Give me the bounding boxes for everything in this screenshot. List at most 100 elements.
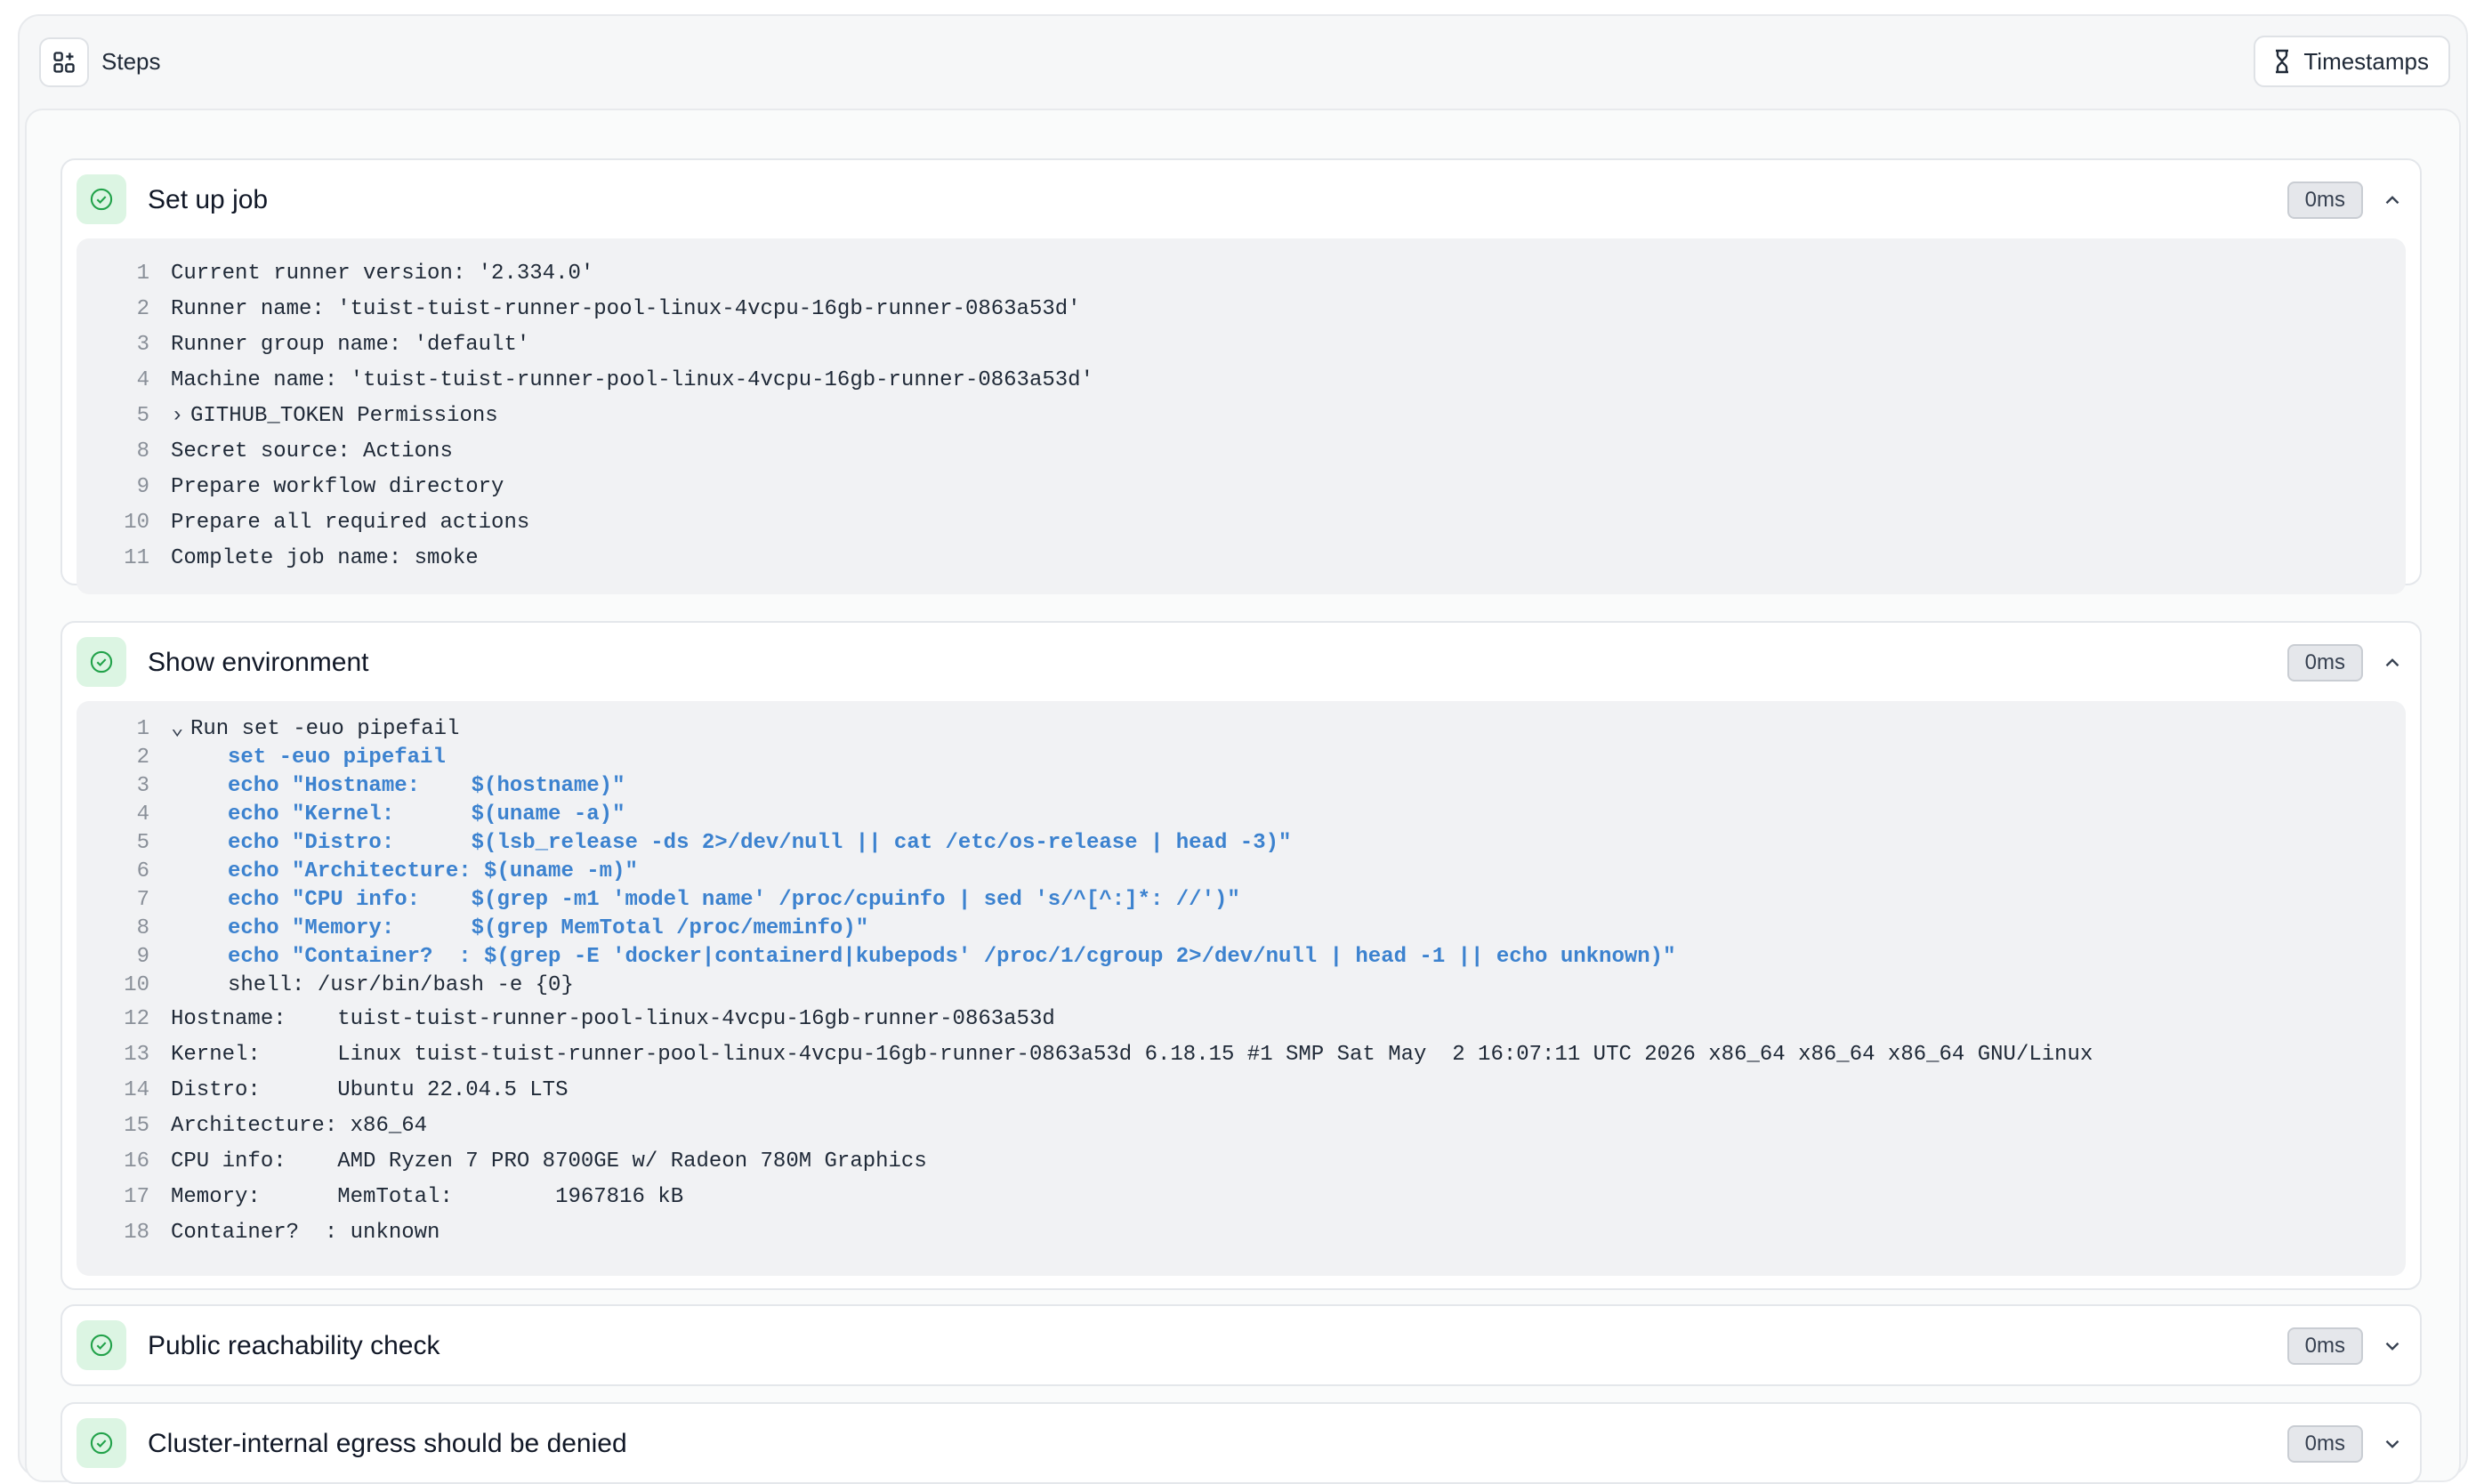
log-command: echo "Memory: $(grep MemTotal /proc/memi… (228, 916, 869, 940)
log-text: Kernel: Linux tuist-tuist-runner-pool-li… (171, 1043, 2093, 1067)
check-circle-icon (90, 1334, 113, 1357)
chevron-down-icon[interactable] (2381, 1432, 2404, 1456)
step-duration-badge: 0ms (2286, 181, 2363, 219)
log-command: echo "Kernel: $(uname -a)" (228, 802, 625, 827)
log-line: 9 echo "Container? : $(grep -E 'docker|co… (77, 943, 1676, 972)
log-line: 11 Complete job name: smoke (77, 543, 478, 575)
log-text: CPU info: AMD Ryzen 7 PRO 8700GE w/ Rade… (171, 1149, 927, 1173)
layout-grid-icon (53, 52, 75, 73)
step-duration-badge: 0ms (2286, 1327, 2363, 1365)
steps-toggle-button[interactable] (39, 37, 89, 87)
log-text: Run set -euo pipefail (190, 717, 460, 741)
log-line: 1 Current runner version: '2.334.0' (77, 258, 594, 290)
step-status-success (77, 1418, 126, 1468)
log-text: Current runner version: '2.334.0' (171, 262, 594, 286)
log-line: 13 Kernel: Linux tuist-tuist-runner-pool-… (77, 1039, 2093, 1071)
log-group-run[interactable]: 1 ⌄ Run set -euo pipefail (77, 715, 460, 744)
line-number: 2 (136, 746, 149, 770)
line-number: 15 (124, 1114, 149, 1138)
line-number: 16 (124, 1149, 149, 1173)
check-circle-icon (90, 188, 113, 211)
log-line: 8 echo "Memory: $(grep MemTotal /proc/mem… (77, 915, 869, 943)
log-text: shell: /usr/bin/bash -e {0} (228, 973, 574, 997)
step-public-reachability-check[interactable]: Public reachability check 0ms (60, 1304, 2422, 1386)
log-line: 10 Prepare all required actions (77, 507, 529, 539)
line-number: 18 (124, 1221, 149, 1245)
chevron-right-icon[interactable]: › (171, 400, 190, 432)
line-number: 13 (124, 1043, 149, 1067)
log-text: Memory: MemTotal: 1967816 kB (171, 1185, 684, 1209)
log-line: 14 Distro: Ubuntu 22.04.5 LTS (77, 1075, 568, 1107)
line-number: 10 (124, 511, 149, 535)
line-number: 11 (124, 546, 149, 570)
line-number: 5 (136, 404, 149, 428)
timestamps-button[interactable]: Timestamps (2254, 36, 2450, 87)
log-command: echo "CPU info: $(grep -m1 'model name' … (228, 888, 1240, 912)
log-line: 2 set -euo pipefail (77, 744, 446, 772)
step-header[interactable]: Cluster-internal egress should be denied… (62, 1404, 2420, 1482)
line-number: 7 (136, 888, 149, 912)
line-number: 9 (136, 945, 149, 969)
log-line: 9 Prepare workflow directory (77, 472, 504, 504)
log-text: Prepare workflow directory (171, 475, 504, 499)
line-number: 14 (124, 1078, 149, 1102)
log-line: 15 Architecture: x86_64 (77, 1110, 427, 1142)
step-set-up-job: Set up job 0ms 1 Current runner version: … (60, 158, 2422, 594)
line-number: 6 (136, 859, 149, 883)
step-header[interactable]: Public reachability check 0ms (62, 1306, 2420, 1384)
step-header[interactable]: Show environment 0ms (62, 623, 2420, 701)
log-group-github-token[interactable]: 5 › GITHUB_TOKEN Permissions (77, 400, 498, 432)
step-title: Set up job (148, 185, 269, 214)
log-line: 2 Runner name: 'tuist-tuist-runner-pool-l… (77, 294, 1081, 326)
line-number: 8 (136, 916, 149, 940)
step-status-success (77, 174, 126, 224)
log-line: 16 CPU info: AMD Ryzen 7 PRO 8700GE w/ Ra… (77, 1146, 927, 1178)
line-number: 1 (136, 262, 149, 286)
step-title: Cluster-internal egress should be denied (148, 1429, 627, 1458)
line-number: 5 (136, 831, 149, 855)
line-number: 8 (136, 440, 149, 464)
chevron-up-icon[interactable] (2381, 651, 2404, 674)
hourglass-icon (2276, 49, 2289, 74)
step-status-success (77, 1320, 126, 1370)
log-command: set -euo pipefail (228, 746, 446, 770)
timestamps-label: Timestamps (2303, 47, 2429, 75)
log-line: 5 echo "Distro: $(lsb_release -ds 2>/dev/… (77, 829, 1292, 858)
log-text: Machine name: 'tuist-tuist-runner-pool-l… (171, 368, 1093, 392)
steps-label: Steps (101, 48, 161, 75)
check-circle-icon (90, 650, 113, 673)
log-text: Container? : unknown (171, 1221, 440, 1245)
step-duration-badge: 0ms (2286, 644, 2363, 682)
line-number: 17 (124, 1185, 149, 1209)
log-line: 10 shell: /usr/bin/bash -e {0} (77, 972, 574, 1000)
log-text: Prepare all required actions (171, 511, 530, 535)
chevron-down-icon[interactable]: ⌄ (171, 715, 190, 744)
log-text: Hostname: tuist-tuist-runner-pool-linux-… (171, 1007, 1055, 1031)
line-number: 3 (136, 333, 149, 357)
log-line: 8 Secret source: Actions (77, 436, 453, 468)
chevron-down-icon[interactable] (2381, 1335, 2404, 1358)
step-show-environment: Show environment 0ms 1 ⌄ Run set -euo pipe… (60, 621, 2422, 1290)
job-logs-panel: Steps Timestamps Set up job 0ms 1 Current… (18, 14, 2468, 1484)
log-line: 7 echo "CPU info: $(grep -m1 'model name'… (77, 886, 1240, 915)
log-command: echo "Architecture: $(uname -m)" (228, 859, 638, 883)
log-line: 18 Container? : unknown (77, 1217, 440, 1249)
log-text: Secret source: Actions (171, 440, 453, 464)
log-line: 6 echo "Architecture: $(uname -m)" (77, 858, 638, 886)
step-log: 1 ⌄ Run set -euo pipefail 2 set -euo pipefa… (77, 701, 2406, 1276)
chevron-up-icon[interactable] (2381, 189, 2404, 212)
log-command: echo "Hostname: $(hostname)" (228, 774, 625, 798)
log-line: 3 Runner group name: 'default' (77, 329, 530, 361)
log-line: 3 echo "Hostname: $(hostname)" (77, 772, 625, 801)
step-log: 1 Current runner version: '2.334.0' 2 Runn… (77, 238, 2406, 594)
step-title: Show environment (148, 648, 369, 677)
step-header[interactable]: Set up job 0ms (62, 160, 2420, 238)
log-line: 17 Memory: MemTotal: 1967816 kB (77, 1182, 683, 1214)
step-cluster-internal-egress[interactable]: Cluster-internal egress should be denied… (60, 1402, 2422, 1484)
step-status-success (77, 637, 126, 687)
line-number: 2 (136, 297, 149, 321)
log-text: Distro: Ubuntu 22.04.5 LTS (171, 1078, 569, 1102)
steps-list: Set up job 0ms 1 Current runner version: … (25, 109, 2461, 1484)
line-number: 4 (136, 368, 149, 392)
log-text: Runner name: 'tuist-tuist-runner-pool-li… (171, 297, 1081, 321)
